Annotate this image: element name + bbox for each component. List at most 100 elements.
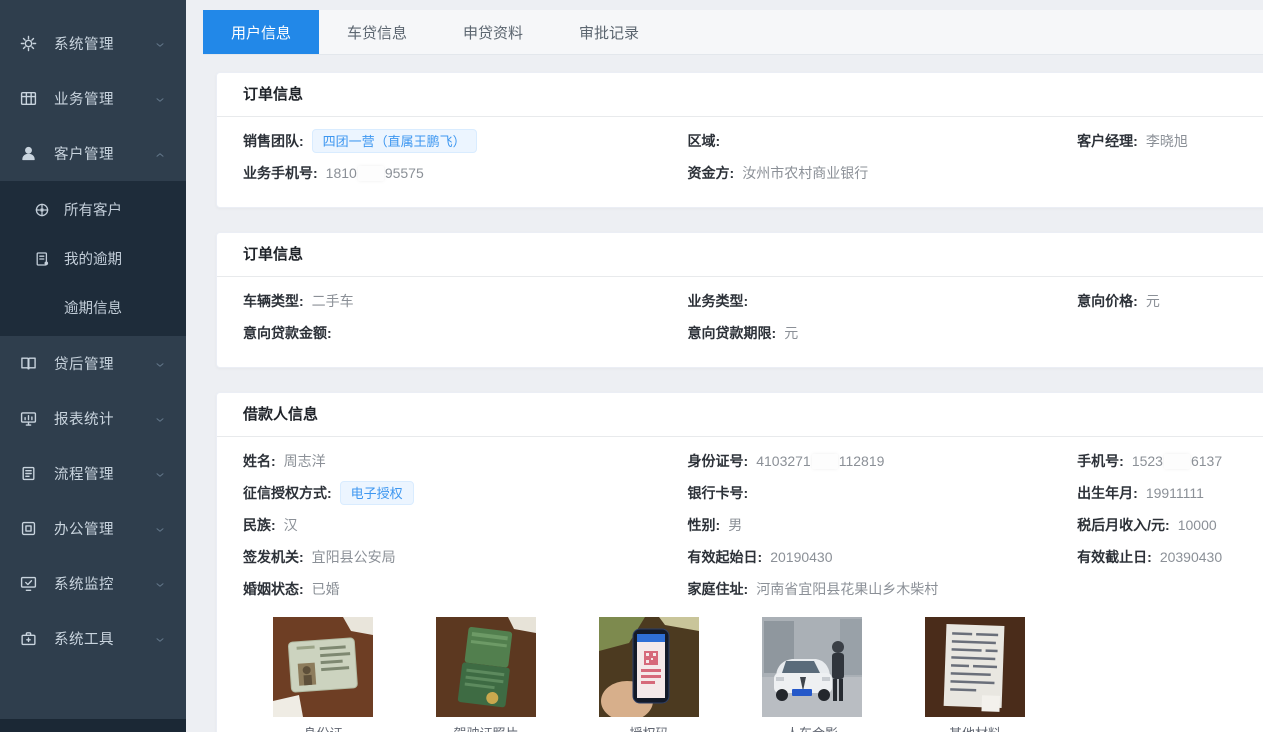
redaction-blur	[358, 166, 384, 181]
sidebar-item-label: 贷后管理	[54, 353, 114, 374]
field-value: 10000	[1178, 517, 1217, 533]
field-cell: 区域:	[688, 131, 1078, 151]
car-person-photo-thumbnail[interactable]	[762, 617, 862, 717]
field-label: 销售团队:	[243, 131, 304, 151]
field-label: 民族:	[243, 515, 276, 535]
id-card-photo[interactable]: 身份证	[273, 617, 373, 732]
photo-caption: 授权码	[599, 726, 699, 732]
sidebar-submenu: 所有客户我的逾期逾期信息	[0, 181, 186, 336]
phone-qr-photo[interactable]: 授权码	[599, 617, 699, 732]
card-title: 订单信息	[217, 73, 1263, 117]
sidebar-subitem-1[interactable]: 我的逾期	[0, 234, 186, 283]
field-cell: 业务手机号:181095575	[243, 163, 688, 183]
toolbox-icon	[20, 630, 37, 647]
sidebar-item-2[interactable]: 客户管理	[0, 126, 186, 181]
sidebar-item-5[interactable]: 流程管理	[0, 446, 186, 501]
sidebar-subitem-label: 我的逾期	[64, 248, 122, 269]
field-value: 河南省宜阳县花果山乡木柴村	[756, 579, 938, 599]
card-body: 车辆类型:二手车业务类型:意向价格:元意向贷款金额:意向贷款期限:元	[217, 277, 1263, 367]
field-label: 区域:	[688, 131, 721, 151]
photo-strip: 身份证 驾驶证照片 授权码	[273, 617, 1242, 732]
tab-1[interactable]: 车贷信息	[319, 10, 435, 54]
field-label: 客户经理:	[1077, 131, 1138, 151]
field-value: 二手车	[312, 291, 354, 311]
field-cell: 征信授权方式:电子授权	[243, 481, 688, 505]
sidebar-item-label: 客户管理	[54, 143, 114, 164]
green-book-photo[interactable]: 驾驶证照片	[436, 617, 536, 732]
sidebar-item-0[interactable]: 系统管理	[0, 16, 186, 71]
sidebar-item-7[interactable]: 系统监控	[0, 556, 186, 611]
field-value: 元	[784, 323, 798, 343]
sidebar-subitem-0[interactable]: 所有客户	[0, 185, 186, 234]
field-cell: 销售团队: 四团一营（直属王鹏飞）	[243, 129, 688, 153]
field-row: 姓名:周志洋身份证号:4103271112819手机号:15236137	[243, 445, 1242, 477]
sidebar-subitem-label: 逾期信息	[64, 297, 122, 318]
field-value: 李晓旭	[1146, 131, 1188, 151]
field-label: 姓名:	[243, 451, 276, 471]
field-row: 车辆类型:二手车业务类型:意向价格:元	[243, 285, 1242, 317]
card-body: 销售团队: 四团一营（直属王鹏飞） 区域: 客户经理: 李晓旭业务手机号:1810955…	[217, 117, 1263, 207]
chevron-up-icon	[154, 148, 166, 160]
sidebar-item-label: 业务管理	[54, 88, 114, 109]
sidebar-item-6[interactable]: 办公管理	[0, 501, 186, 556]
field-cell: 有效起始日:20190430	[688, 547, 1078, 567]
sidebar-item-label: 报表统计	[54, 408, 114, 429]
field-row: 婚姻状态:已婚家庭住址:河南省宜阳县花果山乡木柴村	[243, 573, 1242, 605]
tag-badge[interactable]: 电子授权	[340, 481, 414, 505]
tab-0[interactable]: 用户信息	[203, 10, 319, 54]
field-row: 业务手机号:181095575资金方:汝州市农村商业银行	[243, 157, 1242, 189]
redaction-blur	[1164, 454, 1190, 469]
field-cell: 出生年月: 19911111	[1077, 483, 1242, 503]
sidebar-item-8[interactable]: 系统工具	[0, 611, 186, 666]
tab-3[interactable]: 审批记录	[551, 10, 667, 54]
tag-badge[interactable]: 四团一营（直属王鹏飞）	[312, 129, 477, 153]
sidebar-item-4[interactable]: 报表统计	[0, 391, 186, 446]
sidebar-subitem-2[interactable]: 逾期信息	[0, 283, 186, 332]
user-icon	[20, 145, 37, 162]
phone-qr-photo-thumbnail[interactable]	[599, 617, 699, 717]
card-2: 借款人信息姓名:周志洋身份证号:4103271112819手机号:1523613…	[216, 392, 1263, 732]
photo-caption: 人车合影	[762, 726, 862, 732]
chevron-down-icon	[154, 358, 166, 370]
field-label: 手机号:	[1077, 451, 1124, 471]
card-body: 姓名:周志洋身份证号:4103271112819手机号:15236137征信授权…	[217, 437, 1263, 732]
chevron-down-icon	[154, 413, 166, 425]
sidebar-item-1[interactable]: 业务管理	[0, 71, 186, 126]
field-cell: 姓名:周志洋	[243, 451, 688, 471]
field-label: 出生年月:	[1077, 483, 1138, 503]
green-book-photo-thumbnail[interactable]	[436, 617, 536, 717]
flow-icon	[20, 465, 37, 482]
document-photo[interactable]: 其他材料	[925, 617, 1025, 732]
tab-2[interactable]: 申贷资料	[435, 10, 551, 54]
field-row: 签发机关:宜阳县公安局有效起始日:20190430有效截止日:20390430	[243, 541, 1242, 573]
field-value-suffix: 6137	[1191, 453, 1222, 469]
field-label: 婚姻状态:	[243, 579, 304, 599]
field-value: 19911111	[1146, 485, 1204, 501]
photo-caption: 其他材料	[925, 726, 1025, 732]
field-value-suffix: 112819	[839, 453, 885, 469]
sidebar-item-3[interactable]: 贷后管理	[0, 336, 186, 391]
sidebar: 系统管理业务管理客户管理所有客户我的逾期逾期信息贷后管理报表统计流程管理办公管理…	[0, 0, 186, 732]
monitor-icon	[20, 410, 37, 427]
id-card-photo-thumbnail[interactable]	[273, 617, 373, 717]
document-photo-thumbnail[interactable]	[925, 617, 1025, 717]
field-label: 签发机关:	[243, 547, 304, 567]
chevron-down-icon	[154, 523, 166, 535]
field-cell: 资金方:汝州市农村商业银行	[688, 163, 1078, 183]
field-label: 意向贷款金额:	[243, 323, 332, 343]
book-icon	[20, 355, 37, 372]
car-person-photo[interactable]: 人车合影	[762, 617, 862, 732]
field-label: 意向价格:	[1077, 291, 1138, 311]
sidebar-footer	[0, 719, 186, 732]
chevron-down-icon	[154, 38, 166, 50]
field-label: 有效起始日:	[688, 547, 763, 567]
sidebar-subitem-label: 所有客户	[64, 199, 122, 220]
field-row: 意向贷款金额:意向贷款期限:元	[243, 317, 1242, 349]
redaction-blur	[812, 454, 838, 469]
chevron-down-icon	[154, 578, 166, 590]
field-label: 资金方:	[688, 163, 735, 183]
field-cell: 有效截止日:20390430	[1077, 547, 1242, 567]
field-label: 有效截止日:	[1077, 547, 1152, 567]
office-icon	[20, 520, 37, 537]
field-cell: 车辆类型:二手车	[243, 291, 688, 311]
